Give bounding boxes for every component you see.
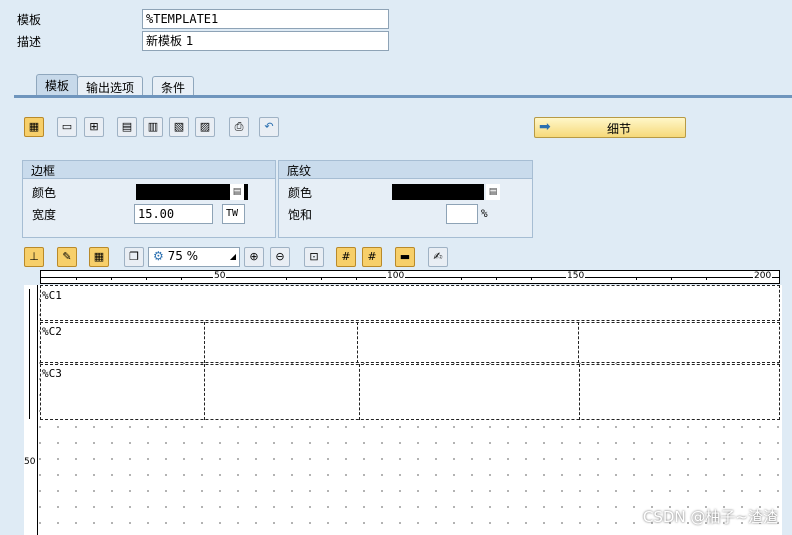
vertical-ruler: 50 xyxy=(24,285,38,535)
zoom-value: 75 % xyxy=(167,249,199,263)
ruler-mark: 100 xyxy=(386,271,406,282)
color-picker-icon[interactable]: ▤ xyxy=(486,184,500,200)
table-row[interactable] xyxy=(40,322,780,363)
detail-button[interactable]: ➡ 细节 xyxy=(534,117,686,138)
tab-output-options-label: 输出选项 xyxy=(86,81,135,95)
cell-divider xyxy=(204,364,205,420)
tab-template[interactable]: 模板 xyxy=(36,74,79,97)
border-all-icon[interactable]: ▤ xyxy=(117,117,137,137)
zoom-in-icon[interactable]: ⊕ xyxy=(244,247,264,267)
chevron-down-icon: ◢ xyxy=(229,252,236,261)
table-row[interactable] xyxy=(40,285,780,321)
border-color-label: 颜色 xyxy=(32,186,57,200)
cell-divider xyxy=(579,364,580,420)
border-width-unit: TW xyxy=(222,204,245,224)
template-label: 模板 xyxy=(17,13,42,27)
table-insert-icon[interactable]: ▦ xyxy=(24,117,44,137)
tab-conditions-label: 条件 xyxy=(161,81,186,95)
arrow-right-icon: ➡ xyxy=(539,119,551,135)
color-picker-icon[interactable]: ▤ xyxy=(230,184,244,200)
pin-icon[interactable]: ⊥ xyxy=(24,247,44,267)
description-field[interactable]: 新模板 1 xyxy=(142,31,389,51)
undo-icon[interactable]: ↶ xyxy=(259,117,279,137)
detail-button-label: 细节 xyxy=(607,122,632,136)
cell-divider xyxy=(359,364,360,420)
tab-bar: 模板 输出选项 条件 xyxy=(14,74,792,97)
cell-divider xyxy=(578,322,579,363)
table-row[interactable] xyxy=(40,364,780,420)
pencil-icon[interactable]: ✎ xyxy=(57,247,77,267)
ruler-mark: 50 xyxy=(213,271,227,282)
saturation-unit: % xyxy=(481,207,488,220)
cell-divider xyxy=(204,322,205,363)
horizontal-ruler: 50 100 150 200 xyxy=(40,270,780,284)
zoom-icon: ⚙ xyxy=(153,249,164,263)
shading-color-label: 颜色 xyxy=(288,186,313,200)
border-width-label: 宽度 xyxy=(32,208,57,222)
border-group-title: 边框 xyxy=(23,161,275,179)
shading-color-swatch[interactable] xyxy=(392,184,484,200)
border-width-field[interactable]: 15.00 xyxy=(134,204,213,224)
saturation-label: 饱和 xyxy=(288,208,313,222)
properties-icon[interactable]: ✍ xyxy=(428,247,448,267)
watermark: CSDN @柚子~渣渣 xyxy=(642,508,778,526)
row-label-c3: %C3 xyxy=(42,367,62,380)
description-label: 描述 xyxy=(17,35,42,49)
shading-group-title: 底纹 xyxy=(279,161,532,179)
grid-icon[interactable]: # xyxy=(336,247,356,267)
border-none-icon[interactable]: ▨ xyxy=(195,117,215,137)
cell-merge-icon[interactable]: ⊞ xyxy=(84,117,104,137)
vertical-ruler-mark: 50 xyxy=(24,457,36,467)
border-inner-icon[interactable]: ▧ xyxy=(169,117,189,137)
ruler-icon[interactable]: ▬ xyxy=(395,247,415,267)
tab-output-options[interactable]: 输出选项 xyxy=(77,76,144,97)
zoom-select[interactable]: ⚙ 75 % ◢ xyxy=(148,247,240,267)
cell-divider xyxy=(357,322,358,363)
border-outer-icon[interactable]: ▥ xyxy=(143,117,163,137)
ruler-mark: 150 xyxy=(566,271,586,282)
fit-page-icon[interactable]: ⊡ xyxy=(304,247,324,267)
zoom-out-icon[interactable]: ⊖ xyxy=(270,247,290,267)
ruler-mark: 200 xyxy=(753,271,773,282)
table-grid-icon[interactable]: ▦ xyxy=(89,247,109,267)
tab-conditions[interactable]: 条件 xyxy=(152,76,195,97)
copy-icon[interactable]: ❐ xyxy=(124,247,144,267)
saturation-field[interactable] xyxy=(446,204,478,224)
row-label-c2: %C2 xyxy=(42,325,62,338)
tab-template-label: 模板 xyxy=(45,79,70,93)
template-field[interactable]: %TEMPLATE1 xyxy=(142,9,389,29)
row-label-c1: %C1 xyxy=(42,289,62,302)
grid-bold-icon[interactable]: # xyxy=(362,247,382,267)
print-icon[interactable]: ⎙ xyxy=(229,117,249,137)
cell-split-icon[interactable]: ▭ xyxy=(57,117,77,137)
